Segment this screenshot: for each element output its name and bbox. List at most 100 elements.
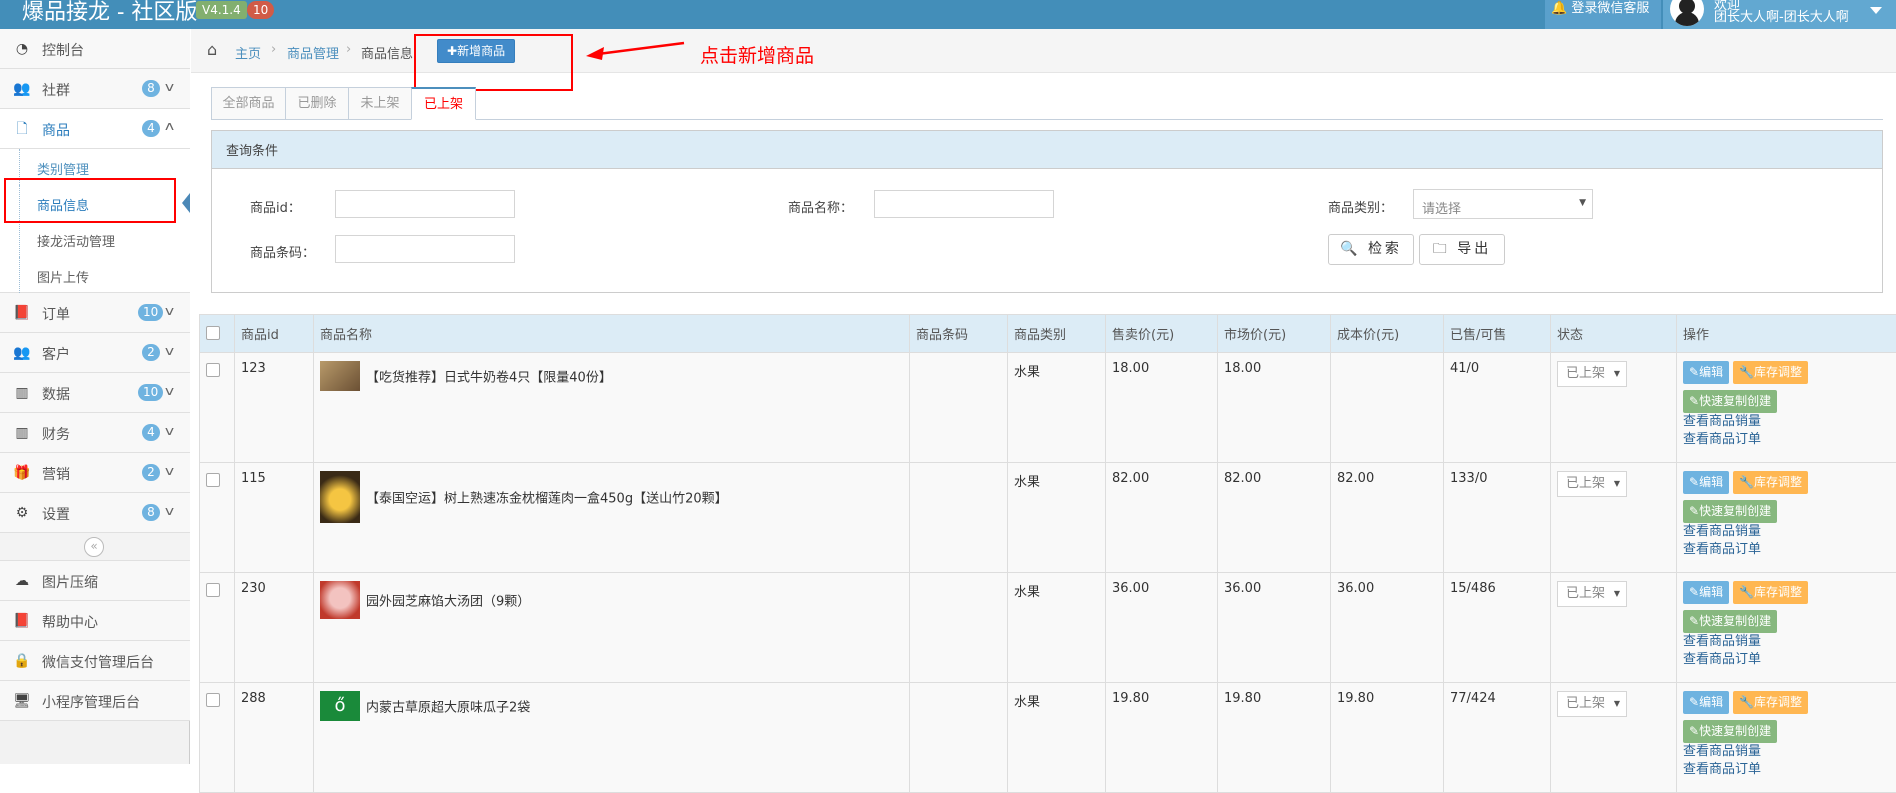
table-header-row: 商品id 商品名称 商品条码 商品类别 售卖价(元) 市场价(元) 成本价(元)… [200,315,1896,353]
double-chevron-left-icon[interactable]: « [84,537,104,557]
edit-button[interactable]: ✎编辑 [1683,361,1729,384]
search-label: 检索 [1368,241,1402,257]
product-name: 【吃货推荐】日式牛奶卷4只【限量40份】 [366,371,612,386]
chevron-down-icon: v [165,424,174,438]
edit-label: 编辑 [1699,695,1723,709]
edit-button[interactable]: ✎编辑 [1683,691,1729,714]
col-header: 商品名称 [314,315,910,353]
cell-status: 已上架 [1551,463,1677,573]
chevron-down-icon: v [165,464,174,478]
sidebar-item-orders[interactable]: 📕 订单 10 v [0,293,190,333]
product-name: 内蒙古草原超大原味瓜子2袋 [366,701,530,716]
sidebar-item-marketing[interactable]: 🎁 营销 2 v [0,453,190,493]
status-select[interactable]: 已上架 [1557,691,1627,717]
cell-sell-price: 36.00 [1106,573,1218,683]
stock-label: 库存调整 [1754,365,1802,379]
bar-chart-icon: ▥ [12,425,32,441]
sidebar-item-data[interactable]: ▥ 数据 10 v [0,373,190,413]
quick-copy-button[interactable]: ✎快速复制创建 [1683,610,1777,633]
col-header: 市场价(元) [1218,315,1331,353]
row-checkbox[interactable] [206,473,220,487]
search-button[interactable]: 🔍 检索 [1328,234,1414,265]
row-checkbox[interactable] [206,583,220,597]
sidebar-item-finance[interactable]: ▥ 财务 4 v [0,413,190,453]
copy-label: 快速复制创建 [1699,394,1771,408]
product-id-input[interactable] [335,190,515,218]
wechat-service-login[interactable]: 🔔 登录微信客服 [1545,0,1661,29]
view-sales-link[interactable]: 查看商品销量 [1683,523,1896,541]
sidebar-item-wechat-pay[interactable]: 🔒 微信支付管理后台 [0,641,190,681]
cell-status: 已上架 [1551,573,1677,683]
cell-cost-price [1331,353,1444,463]
sidebar-item-products[interactable]: 🗋 商品 4 v [0,109,190,149]
table-row: 230 园外园芝麻馅大汤团（9颗） 水果 36.00 36.00 36.00 1… [200,573,1896,683]
sidebar-collapse[interactable]: « [0,533,190,561]
tab-listed[interactable]: 已上架 [411,87,476,120]
select-all-checkbox[interactable] [206,326,220,340]
status-select[interactable]: 已上架 [1557,361,1627,387]
sidebar-item-image-compress[interactable]: ☁ 图片压缩 [0,561,190,601]
col-header: 售卖价(元) [1106,315,1218,353]
stock-adjust-button[interactable]: 🔧库存调整 [1733,581,1808,604]
status-select[interactable]: 已上架 [1557,581,1627,607]
breadcrumb-separator: › [271,42,276,57]
view-sales-link[interactable]: 查看商品销量 [1683,413,1896,431]
chevron-down-icon: v [165,504,174,518]
col-header: 成本价(元) [1331,315,1444,353]
tree-line [19,221,20,257]
sidebar-item-dashboard[interactable]: ◔ 控制台 [0,29,190,69]
view-orders-link[interactable]: 查看商品订单 [1683,431,1896,449]
col-header: 状态 [1551,315,1677,353]
cell-actions: ✎编辑🔧库存调整 ✎快速复制创建 查看商品销量 查看商品订单 [1677,573,1896,683]
product-category-select[interactable]: 请选择 [1413,189,1593,219]
sidebar-item-community[interactable]: 👥 社群 8 v [0,69,190,109]
cell-sold: 133/0 [1444,463,1551,573]
chevron-down-icon: v [165,80,174,94]
sidebar-subitem-jielong[interactable]: 接龙活动管理 [0,221,190,257]
app-brand[interactable]: 爆品接龙 - 社区版 [22,0,197,26]
view-orders-link[interactable]: 查看商品订单 [1683,651,1896,669]
tab-all[interactable]: 全部商品 [211,87,286,120]
tab-unlisted[interactable]: 未上架 [348,87,412,120]
product-barcode-input[interactable] [335,235,515,263]
stock-adjust-button[interactable]: 🔧库存调整 [1733,471,1808,494]
view-sales-link[interactable]: 查看商品销量 [1683,743,1896,761]
cell-barcode [910,463,1008,573]
cell-status: 已上架 [1551,353,1677,463]
status-select[interactable]: 已上架 [1557,471,1627,497]
tab-deleted[interactable]: 已删除 [285,87,349,120]
row-checkbox[interactable] [206,693,220,707]
quick-copy-button[interactable]: ✎快速复制创建 [1683,720,1777,743]
export-button[interactable]: 🗀 导出 [1419,234,1505,265]
quick-copy-button[interactable]: ✎快速复制创建 [1683,390,1777,413]
sidebar-item-settings[interactable]: ⚙ 设置 8 v [0,493,190,533]
edit-button[interactable]: ✎编辑 [1683,471,1729,494]
stock-adjust-button[interactable]: 🔧库存调整 [1733,691,1808,714]
top-navbar: 爆品接龙 - 社区版 V4.1.4 10 🔔 登录微信客服 欢迎 团长大人啊-团… [0,0,1896,29]
sidebar-item-help[interactable]: 📕 帮助中心 [0,601,190,641]
sidebar-item-customers[interactable]: 👥 客户 2 v [0,333,190,373]
sidebar-item-label: 财务 [42,424,70,444]
sidebar-item-miniprogram[interactable]: 🖥 小程序管理后台 [0,681,190,721]
col-header: 操作 [1677,315,1896,353]
view-orders-link[interactable]: 查看商品订单 [1683,541,1896,559]
sidebar-subitem-image-upload[interactable]: 图片上传 [0,257,190,293]
quick-copy-button[interactable]: ✎快速复制创建 [1683,500,1777,523]
product-name-input[interactable] [874,190,1054,218]
count-badge: 2 [142,464,160,481]
stock-adjust-button[interactable]: 🔧库存调整 [1733,361,1808,384]
user-menu[interactable]: 欢迎 团长大人啊-团长大人啊 [1663,0,1896,29]
cell-name: 【吃货推荐】日式牛奶卷4只【限量40份】 [314,353,910,463]
home-icon[interactable]: ⌂ [207,40,217,59]
breadcrumb-products[interactable]: 商品管理 [287,43,339,62]
sidebar-item-label: 社群 [42,80,70,100]
status-tabs: 全部商品 已删除 未上架 已上架 [211,87,1883,120]
cell-sold: 15/486 [1444,573,1551,683]
edit-button[interactable]: ✎编辑 [1683,581,1729,604]
row-checkbox[interactable] [206,363,220,377]
view-sales-link[interactable]: 查看商品销量 [1683,633,1896,651]
cell-category: 水果 [1008,353,1106,463]
breadcrumb-home[interactable]: 主页 [235,43,261,62]
col-header: 商品id [235,315,314,353]
edit-label: 编辑 [1699,585,1723,599]
